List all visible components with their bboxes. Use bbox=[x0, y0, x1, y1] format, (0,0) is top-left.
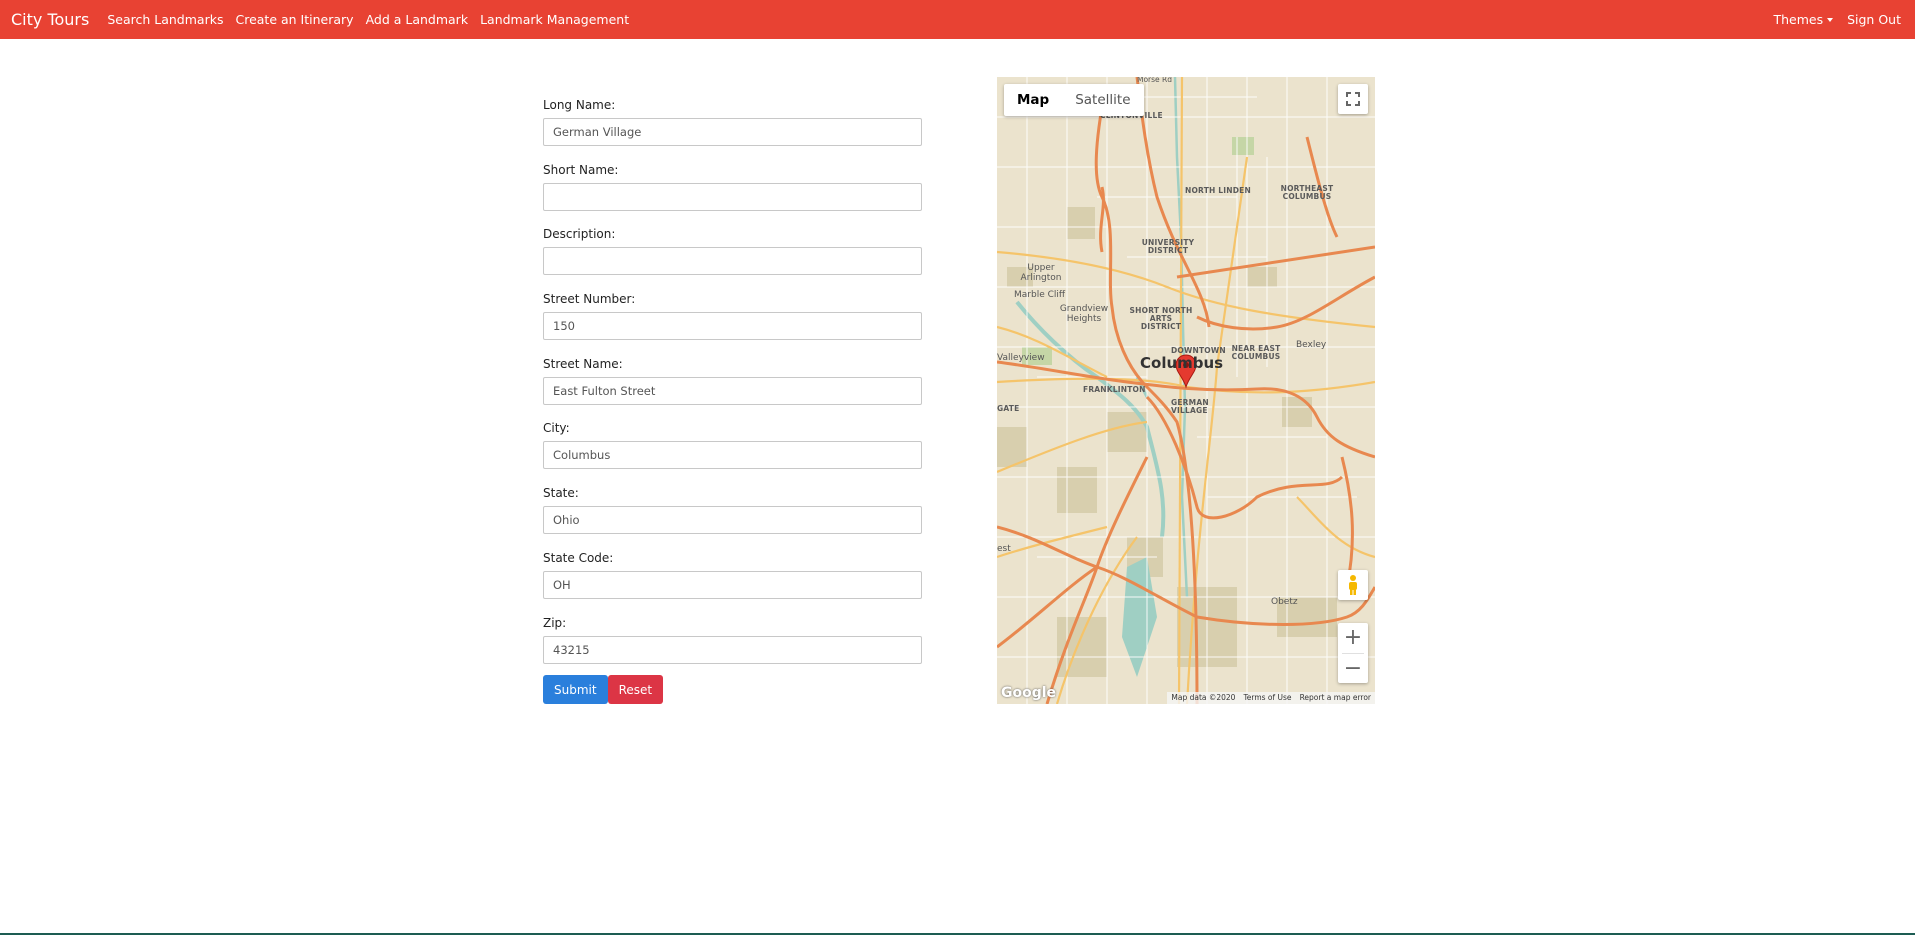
street-number-input[interactable] bbox=[543, 312, 922, 341]
sign-out-link[interactable]: Sign Out bbox=[1847, 12, 1901, 27]
map-label-valleyview: Valleyview bbox=[997, 353, 1045, 363]
pegman-icon bbox=[1349, 575, 1357, 595]
map-label-bexley: Bexley bbox=[1296, 340, 1327, 350]
map-footer: Map data ©2020 Terms of Use Report a map… bbox=[1167, 692, 1375, 704]
navbar: City Tours Search Landmarks Create an It… bbox=[0, 0, 1915, 39]
map-label-german-village: GERMAN VILLAGE bbox=[1171, 398, 1209, 415]
field-city: City: bbox=[543, 417, 922, 482]
street-view-button[interactable] bbox=[1338, 570, 1368, 600]
minus-icon: − bbox=[1343, 655, 1363, 681]
map-tiles bbox=[997, 77, 1375, 704]
map-label-gate: GATE bbox=[997, 404, 1020, 413]
short-name-label: Short Name: bbox=[543, 162, 619, 177]
map-label-marble-cliff: Marble Cliff bbox=[1014, 290, 1066, 300]
zoom-out-button[interactable]: − bbox=[1338, 654, 1368, 684]
map-label-columbus: Columbus bbox=[1140, 354, 1224, 372]
zoom-in-button[interactable]: + bbox=[1338, 623, 1368, 653]
map-type-map-button[interactable]: Map bbox=[1004, 84, 1062, 116]
landmark-form: Long Name: Short Name: Description: Stre… bbox=[543, 94, 922, 676]
field-state: State: bbox=[543, 482, 922, 547]
field-long-name: Long Name: bbox=[543, 94, 922, 159]
street-name-label: Street Name: bbox=[543, 356, 623, 371]
map-label-upper-arlington: Upper Arlington bbox=[1020, 263, 1062, 283]
city-label: City: bbox=[543, 421, 570, 436]
map-label-near-east: NEAR EAST COLUMBUS bbox=[1231, 344, 1281, 361]
nav-add-landmark[interactable]: Add a Landmark bbox=[366, 12, 469, 27]
map-label-university-district: UNIVERSITY DISTRICT bbox=[1141, 238, 1195, 255]
field-short-name: Short Name: bbox=[543, 159, 922, 224]
map-type-satellite-button[interactable]: Satellite bbox=[1062, 84, 1143, 116]
google-logo: Google bbox=[1001, 685, 1057, 701]
brand-link[interactable]: City Tours bbox=[11, 10, 89, 29]
description-input[interactable] bbox=[543, 247, 922, 276]
map-view[interactable]: Morse Rd CLINTONVILLE NORTH LINDEN NORTH… bbox=[997, 77, 1375, 704]
short-name-input[interactable] bbox=[543, 182, 922, 211]
map-label-north-linden: NORTH LINDEN bbox=[1185, 186, 1251, 195]
map-rivers bbox=[1015, 77, 1189, 598]
themes-dropdown[interactable]: Themes bbox=[1773, 12, 1834, 27]
nav-search-landmarks[interactable]: Search Landmarks bbox=[107, 12, 223, 27]
field-zip: Zip: bbox=[543, 612, 922, 677]
reset-button[interactable]: Reset bbox=[607, 675, 664, 704]
map-label-est: est bbox=[997, 544, 1011, 554]
zip-label: Zip: bbox=[543, 615, 567, 630]
fullscreen-button[interactable] bbox=[1338, 84, 1368, 114]
state-label: State: bbox=[543, 486, 579, 501]
long-name-label: Long Name: bbox=[543, 98, 616, 112]
map-label-northeast-columbus: NORTHEAST COLUMBUS bbox=[1280, 184, 1334, 201]
report-map-error-link[interactable]: Report a map error bbox=[1296, 692, 1375, 704]
zoom-control: + − bbox=[1338, 623, 1368, 683]
nav-create-itinerary[interactable]: Create an Itinerary bbox=[235, 12, 353, 27]
city-input[interactable] bbox=[543, 441, 922, 470]
form-buttons: Submit Reset bbox=[543, 675, 664, 704]
zip-input[interactable] bbox=[543, 635, 922, 664]
field-description: Description: bbox=[543, 223, 922, 288]
submit-button[interactable]: Submit bbox=[543, 675, 608, 704]
map-label-obetz: Obetz bbox=[1271, 597, 1298, 607]
field-street-name: Street Name: bbox=[543, 353, 922, 418]
fullscreen-icon bbox=[1346, 92, 1360, 106]
field-street-number: Street Number: bbox=[543, 288, 922, 353]
caret-down-icon bbox=[1827, 18, 1834, 22]
themes-label: Themes bbox=[1773, 12, 1824, 27]
plus-icon: + bbox=[1343, 625, 1363, 651]
field-state-code: State Code: bbox=[543, 547, 922, 612]
nav-landmark-management[interactable]: Landmark Management bbox=[480, 12, 629, 27]
navbar-right: Themes Sign Out bbox=[1759, 0, 1901, 39]
state-input[interactable] bbox=[543, 506, 922, 535]
description-label: Description: bbox=[543, 227, 616, 242]
map-data-attribution: Map data ©2020 bbox=[1171, 693, 1236, 702]
map-label-franklinton: FRANKLINTON bbox=[1083, 385, 1146, 394]
map-label-short-north: SHORT NORTH ARTS DISTRICT bbox=[1129, 306, 1193, 331]
street-name-input[interactable] bbox=[543, 376, 922, 405]
map-type-control: Map Satellite bbox=[1004, 84, 1144, 116]
state-code-input[interactable] bbox=[543, 570, 922, 599]
long-name-input[interactable] bbox=[543, 118, 922, 146]
state-code-label: State Code: bbox=[543, 550, 614, 565]
map-label-grandview-heights: Grandview Heights bbox=[1059, 304, 1109, 324]
terms-of-use-link[interactable]: Terms of Use bbox=[1239, 692, 1295, 704]
street-number-label: Street Number: bbox=[543, 292, 636, 307]
